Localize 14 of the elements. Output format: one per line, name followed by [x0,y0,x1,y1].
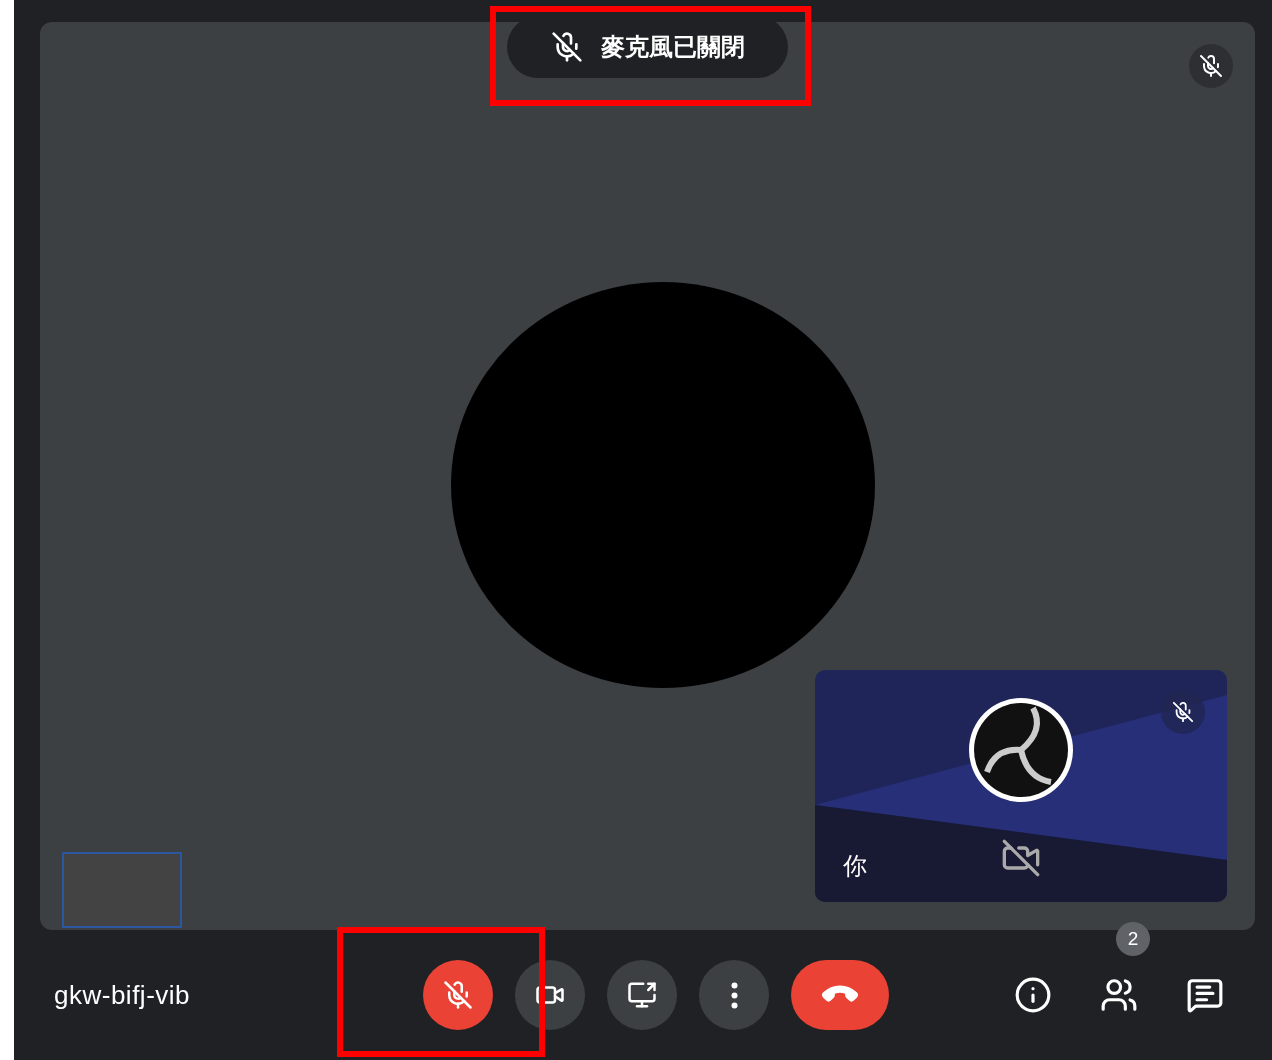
present-screen-icon [627,980,657,1010]
chat-icon [1186,976,1224,1014]
microphone-off-icon [443,980,473,1010]
meeting-code: gkw-bifj-vib [53,979,192,1011]
info-icon [1014,976,1052,1014]
microphone-off-icon [1172,701,1194,723]
more-icon [730,981,738,1009]
microphone-off-icon [1199,54,1223,78]
thumbnail[interactable] [62,852,182,928]
microphone-off-icon [550,31,583,63]
notice-text: 麥克風已關閉 [600,32,745,62]
participant-count: 2 [1116,922,1150,956]
self-name: 你 [843,851,867,881]
people-icon [1100,976,1138,1014]
